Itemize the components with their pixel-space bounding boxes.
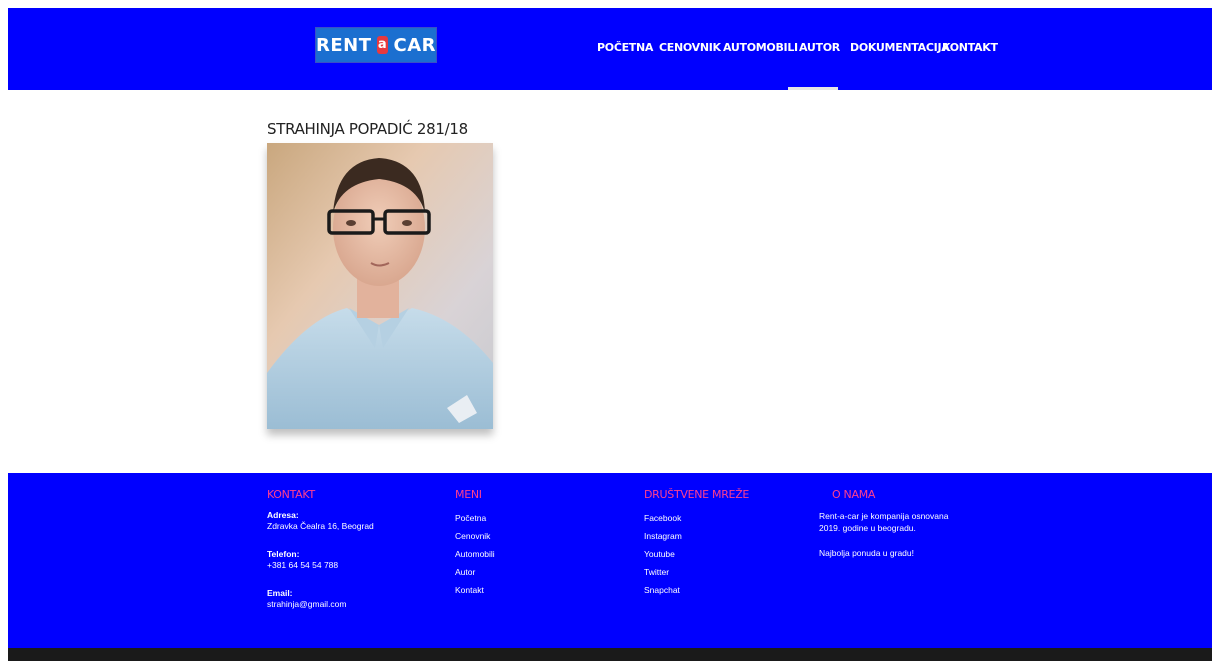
nav-item-autor[interactable]: AUTOR: [799, 41, 840, 54]
footer-onama-title: O NAMA: [832, 488, 876, 501]
footer-link-automobili[interactable]: Automobili: [455, 549, 495, 560]
footer-meni-title: MENI: [455, 488, 482, 501]
about-text-line2: 2019. godine u beogradu.: [819, 523, 916, 533]
email-label: Email:: [267, 588, 293, 598]
about-text-slogan: Najbolja ponuda u gradu!: [819, 548, 914, 558]
active-nav-indicator: [788, 87, 838, 90]
footer-link-pocetna[interactable]: Početna: [455, 513, 486, 524]
email-value[interactable]: strahinja@gmail.com: [267, 599, 347, 610]
rent-a-car-logo[interactable]: RENT a CAR: [315, 27, 437, 63]
footer-link-autor[interactable]: Autor: [455, 567, 475, 578]
nav-item-automobili[interactable]: AUTOMOBILI: [723, 41, 798, 54]
address-label: Adresa:: [267, 510, 299, 520]
social-link-instagram[interactable]: Instagram: [644, 531, 682, 542]
footer-social-title: DRUŠTVENE MREŽE: [644, 488, 750, 501]
logo-text-a: a: [376, 36, 389, 54]
social-link-facebook[interactable]: Facebook: [644, 513, 681, 524]
phone-value: +381 64 54 54 788: [267, 560, 339, 570]
footer-kontakt-title: KONTAKT: [267, 488, 315, 501]
copyright-bar: [8, 648, 1212, 661]
social-link-twitter[interactable]: Twitter: [644, 567, 669, 578]
footer-link-cenovnik[interactable]: Cenovnik: [455, 531, 490, 542]
footer-link-kontakt[interactable]: Kontakt: [455, 585, 484, 596]
author-name: STRAHINJA POPADIĆ 281/18: [267, 120, 468, 138]
nav-item-kontakt[interactable]: KONTAKT: [942, 41, 998, 54]
social-link-snapchat[interactable]: Snapchat: [644, 585, 680, 596]
about-text-line1: Rent-a-car je kompanija osnovana: [819, 511, 949, 521]
logo-text-rent: RENT: [316, 34, 372, 56]
address-value: Zdravka Čealra 16, Beograd: [267, 521, 374, 531]
phone-label: Telefon:: [267, 549, 300, 559]
site-footer: [8, 473, 1212, 648]
author-photo: [267, 143, 493, 429]
social-link-youtube[interactable]: Youtube: [644, 549, 675, 560]
logo-text-car: CAR: [393, 34, 436, 56]
page-margin: [0, 0, 8, 661]
nav-item-dokumentacija[interactable]: DOKUMENTACIJA: [850, 41, 950, 54]
nav-item-pocetna[interactable]: POČETNA: [597, 41, 653, 54]
nav-item-cenovnik[interactable]: CENOVNIK: [659, 41, 721, 54]
